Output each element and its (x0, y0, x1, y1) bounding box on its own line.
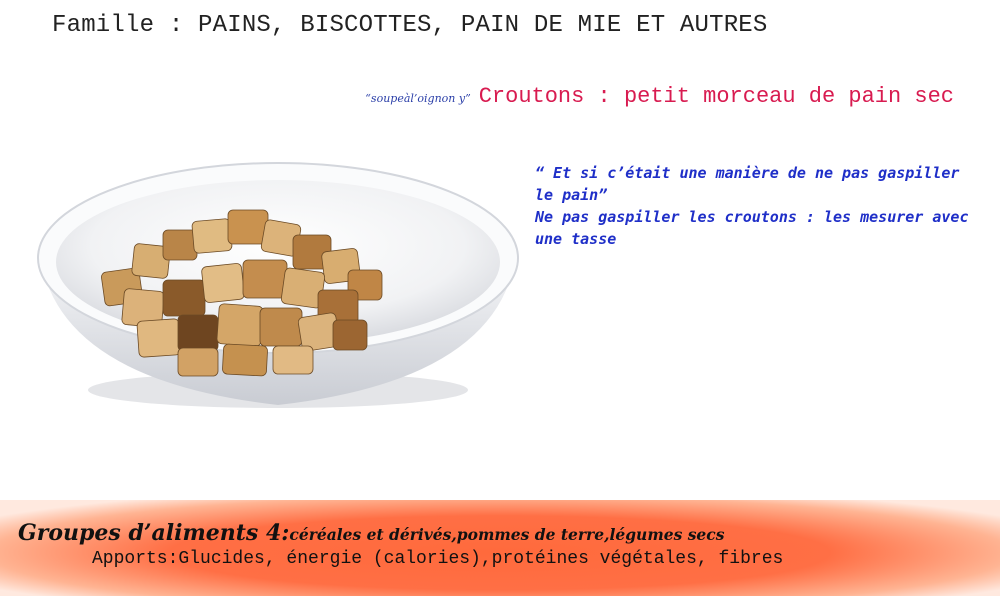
nutrient-contributions: Apports:Glucides, énergie (calories),pro… (92, 549, 784, 569)
product-subtitle: “soupeàl’oignon y” Croutons : petit morc… (365, 84, 954, 109)
food-group-description: céréales et dérivés,pommes de terre,légu… (289, 525, 725, 544)
food-group-banner (0, 500, 1000, 596)
quote-line-1: “ Et si c’était une manière de ne pas ga… (535, 164, 960, 204)
food-group-line: Groupes d’aliments 4:céréales et dérivés… (18, 520, 724, 546)
croutons-title: Croutons : petit morceau de pain sec (478, 84, 954, 109)
croutons-bowl-image (37, 162, 519, 408)
family-heading: Famille : PAINS, BISCOTTES, PAIN DE MIE … (52, 12, 768, 39)
quote-line-2: Ne pas gaspiller les croutons : les mesu… (535, 208, 969, 248)
quote-block: “ Et si c’était une manière de ne pas ga… (535, 162, 975, 250)
food-group-heading: Groupes d’aliments 4: (18, 520, 290, 546)
soup-note: “soupeàl’oignon y” (365, 92, 471, 105)
